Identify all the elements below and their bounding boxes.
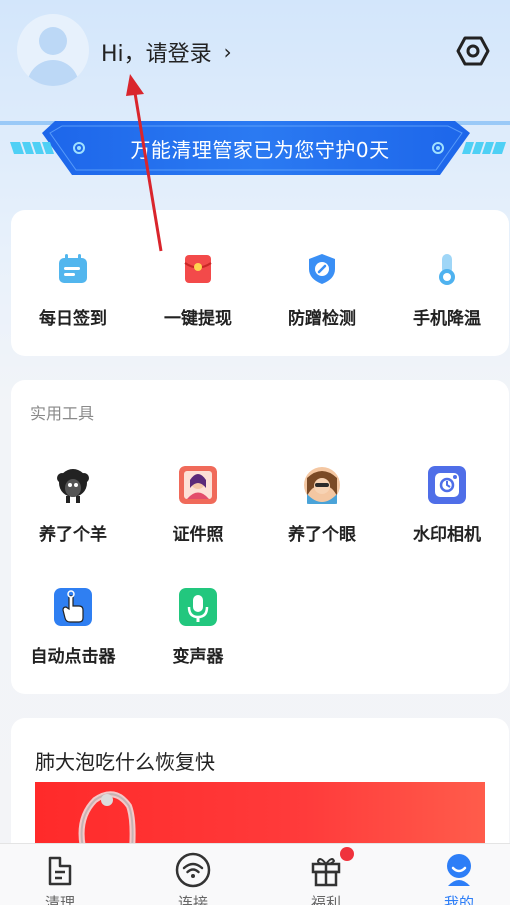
tools-card: 实用工具 养了个羊 证件照 养了个眼 水印相机 自动点击器 变声器 [11,380,509,694]
tool-label: 水印相机 [413,525,481,545]
nav-tab-label: 福利 [310,894,341,905]
login-link[interactable]: Hi，请登录 › [101,36,232,68]
tool-eye-candy[interactable]: 养了个眼 [262,466,382,545]
nav-tab-mine[interactable]: 我的 [409,844,509,905]
tool-sheep-game[interactable]: 养了个羊 [13,466,133,545]
tool-label: 养了个羊 [39,525,107,545]
quick-action-wifi-check[interactable]: 防蹭检测 [262,252,382,329]
nav-tab-connect[interactable]: 连接 [143,844,243,905]
tool-id-photo[interactable]: 证件照 [138,466,258,545]
avatar[interactable] [17,14,89,86]
quick-action-label: 防蹭检测 [288,309,356,329]
quick-action-daily-checkin[interactable]: 每日签到 [13,252,133,329]
notification-dot [340,847,354,861]
quick-action-cooling[interactable]: 手机降温 [387,252,507,329]
quick-action-withdraw[interactable]: 一键提现 [138,252,258,329]
red-envelope-icon [184,255,212,283]
greeting-text: Hi，请登录 [101,42,212,67]
quick-action-label: 一键提现 [164,309,232,329]
watermark-camera-icon [428,466,466,504]
broom-icon [48,856,72,886]
chevron-right-icon: › [223,40,232,64]
calendar-icon [59,254,87,283]
tool-label: 变声器 [172,647,224,667]
tool-voice-changer[interactable]: 变声器 [138,588,258,667]
voice-changer-icon [179,588,217,626]
settings-gear-icon[interactable] [456,34,490,68]
protection-days-text: 万能清理管家已为您守护0天 [130,138,390,162]
quick-action-label: 手机降温 [413,309,481,329]
nav-tab-label: 清理 [44,894,75,905]
quick-actions-card: 每日签到 一键提现 防蹭检测 手机降温 [11,210,509,356]
profile-icon [447,854,471,886]
nav-tab-label: 连接 [177,894,208,905]
tool-auto-clicker[interactable]: 自动点击器 [13,588,133,667]
shield-icon [309,254,335,284]
nav-tab-welfare[interactable]: 福利 [276,844,376,905]
sheep-icon [57,469,89,503]
thermometer-icon [439,254,455,285]
nav-tab-label: 我的 [443,894,474,905]
article-card[interactable]: 肺大泡吃什么恢复快 [11,718,509,858]
profile-header: Hi，请登录 › [0,0,510,110]
quick-action-label: 每日签到 [39,309,107,329]
tool-label: 养了个眼 [288,525,356,545]
wifi-icon [175,852,211,888]
tool-watermark-camera[interactable]: 水印相机 [387,466,507,545]
article-title: 肺大泡吃什么恢复快 [35,750,215,774]
tools-section-title: 实用工具 [30,404,95,423]
avatar-body-shape [27,60,79,86]
avatar-head-shape [39,27,67,55]
gift-icon [311,858,341,887]
tool-label: 自动点击器 [30,647,116,667]
nav-tab-clean[interactable]: 清理 [10,844,110,905]
auto-clicker-icon [54,588,92,626]
eye-photo-icon [304,467,340,504]
id-photo-icon [179,466,217,504]
tool-label: 证件照 [172,525,224,545]
bottom-navigation: 清理 连接 福利 我的 [0,843,510,905]
